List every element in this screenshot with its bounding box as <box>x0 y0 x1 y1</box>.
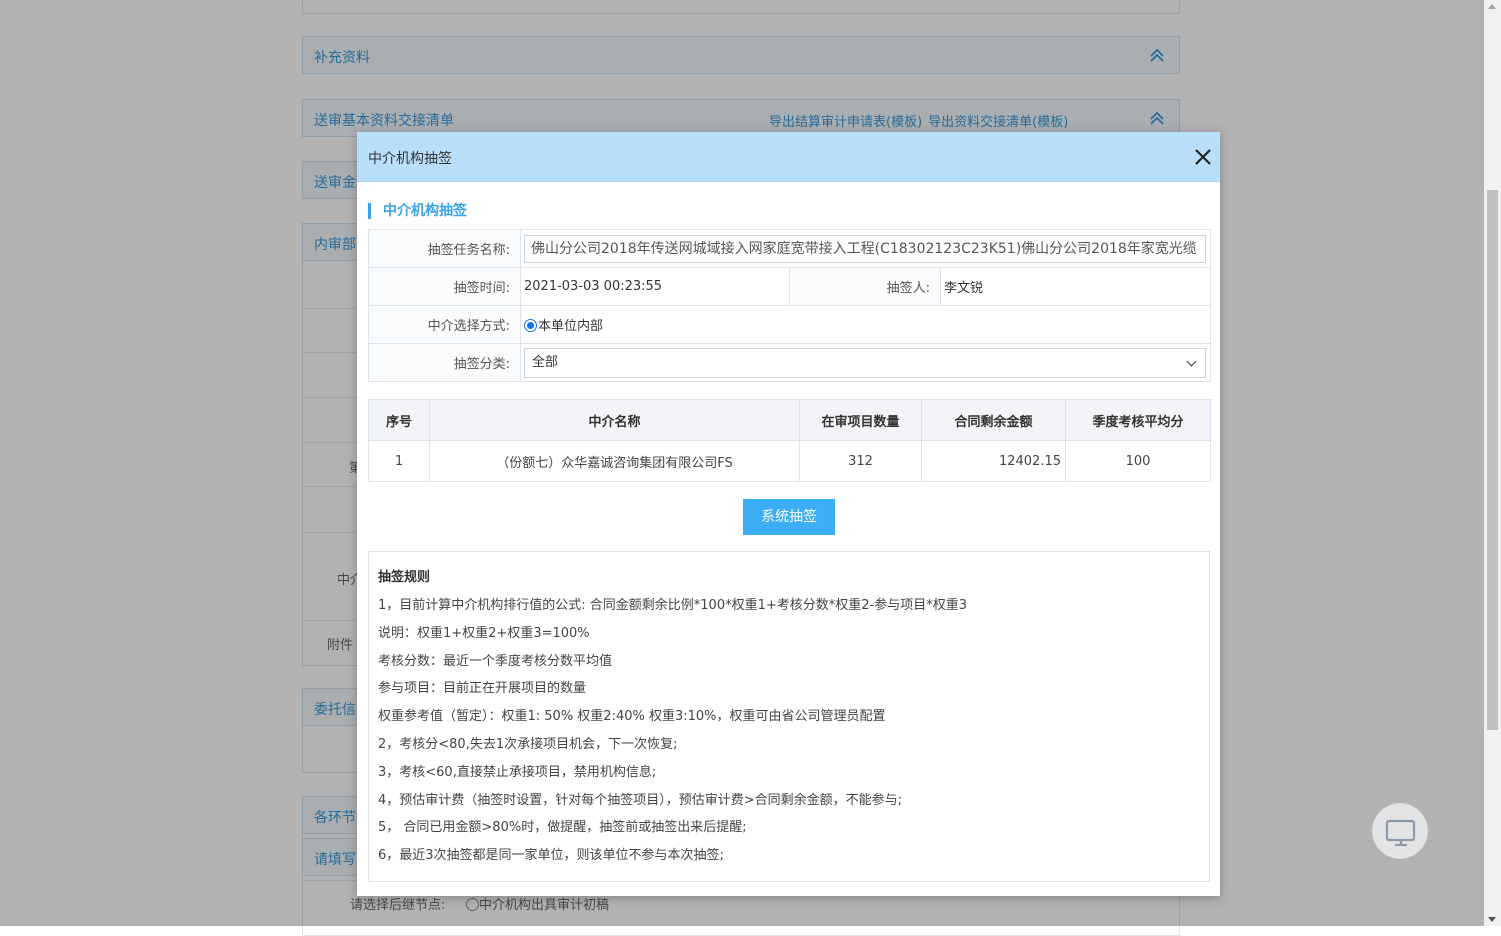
draw-time-label: 抽签时间: <box>368 267 521 306</box>
col-header-avg-score: 季度考核平均分 <box>1065 399 1211 441</box>
form-row-category: 抽签分类: 全部 <box>368 343 1212 382</box>
rule-line: 说明：权重1+权重2+权重3=100% <box>378 625 590 641</box>
task-name-label: 抽签任务名称: <box>368 229 521 268</box>
table-header-row: 序号 中介名称 在审项目数量 合同剩余金额 季度考核平均分 <box>368 399 1211 441</box>
col-header-agency-name: 中介名称 <box>429 399 800 441</box>
system-draw-button[interactable]: 系统抽签 <box>743 499 835 535</box>
rule-line: 5， 合同已用金额>80%时，做提醒，抽签前或抽签出来后提醒; <box>378 820 747 836</box>
category-label: 抽签分类: <box>368 343 521 382</box>
rules-box: 抽签规则 1，目前计算中介机构排行值的公式: 合同金额剩余比例*100*权重1+… <box>368 551 1210 882</box>
cell-project-count: 312 <box>799 440 922 482</box>
form-row-mode: 中介选择方式: 本单位内部 <box>368 305 1212 344</box>
rule-line: 参与项目：目前正在开展项目的数量 <box>378 681 587 697</box>
rule-line: 1，目前计算中介机构排行值的公式: 合同金额剩余比例*100*权重1+考核分数*… <box>378 598 967 613</box>
select-mode-value: 本单位内部 <box>538 319 604 334</box>
drawer-value: 李文锐 <box>939 267 1212 306</box>
cell-avg-score: 100 <box>1065 440 1211 482</box>
select-mode-label: 中介选择方式: <box>368 305 521 344</box>
cell-index: 1 <box>368 440 430 482</box>
draw-time-value: 2021-03-03 00:23:55 <box>520 267 790 306</box>
select-mode-cell: 本单位内部 <box>519 305 1212 344</box>
radio-internal[interactable] <box>524 319 537 332</box>
cell-remaining-amount: 12402.15 <box>921 440 1066 482</box>
rule-line: 4，预估审计费（抽签时设置，针对每个抽签项目），预估审计费>合同剩余金额，不能参… <box>378 792 903 808</box>
scroll-up-arrow[interactable] <box>1488 4 1496 9</box>
chevron-down-icon <box>1186 356 1197 366</box>
table-row: 1 （份额七）众华嘉诚咨询集团有限公司FS 312 12402.15 100 <box>368 440 1211 482</box>
monitor-icon <box>1385 819 1416 847</box>
form-row-time: 抽签时间: 2021-03-03 00:23:55 抽签人: 李文锐 <box>368 267 1212 306</box>
form-row-task-name: 抽签任务名称: 佛山分公司2018年传送网城域接入网家庭宽带接入工程(C1830… <box>368 229 1212 268</box>
lottery-modal: 中介机构抽签 中介机构抽签 抽签任务名称: 佛山分公司2018年传送网城域接入网… <box>357 132 1220 896</box>
modal-header: 中介机构抽签 <box>357 132 1220 182</box>
col-header-index: 序号 <box>368 399 430 441</box>
category-cell: 全部 <box>519 343 1212 382</box>
rules-title: 抽签规则 <box>378 570 431 585</box>
rule-line: 3，考核<60,直接禁止承接项目，禁用机构信息; <box>378 764 657 780</box>
category-select[interactable]: 全部 <box>524 347 1206 378</box>
col-header-project-count: 在审项目数量 <box>799 399 922 441</box>
close-icon[interactable] <box>1192 146 1214 168</box>
task-name-cell: 佛山分公司2018年传送网城域接入网家庭宽带接入工程(C18302123C23K… <box>519 229 1212 268</box>
agency-table: 序号 中介名称 在审项目数量 合同剩余金额 季度考核平均分 1 （份额七）众华嘉… <box>368 399 1211 482</box>
rule-line: 考核分数：最近一个季度考核分数平均值 <box>378 653 613 669</box>
category-selected-value: 全部 <box>532 354 559 370</box>
rule-line: 权重参考值（暂定）：权重1: 50% 权重2:40% 权重3:10%，权重可由省… <box>378 709 886 725</box>
modal-title: 中介机构抽签 <box>368 151 452 167</box>
floating-monitor-button[interactable] <box>1372 803 1428 859</box>
cell-agency-name: （份额七）众华嘉诚咨询集团有限公司FS <box>429 440 800 482</box>
task-name-input[interactable]: 佛山分公司2018年传送网城域接入网家庭宽带接入工程(C18302123C23K… <box>524 234 1206 263</box>
rule-line: 2，考核分<80,失去1次承接项目机会，下一次恢复; <box>378 736 678 752</box>
section-title: 中介机构抽签 <box>368 203 467 219</box>
drawer-label: 抽签人: <box>789 267 941 306</box>
page-scrollbar[interactable] <box>1484 0 1501 926</box>
rule-line: 6，最近3次抽签都是同一家单位，则该单位不参与本次抽签; <box>378 848 724 864</box>
scroll-down-arrow[interactable] <box>1488 917 1496 922</box>
scroll-thumb[interactable] <box>1487 190 1498 730</box>
col-header-remaining-amount: 合同剩余金额 <box>921 399 1066 441</box>
lottery-form: 抽签任务名称: 佛山分公司2018年传送网城域接入网家庭宽带接入工程(C1830… <box>368 229 1212 382</box>
